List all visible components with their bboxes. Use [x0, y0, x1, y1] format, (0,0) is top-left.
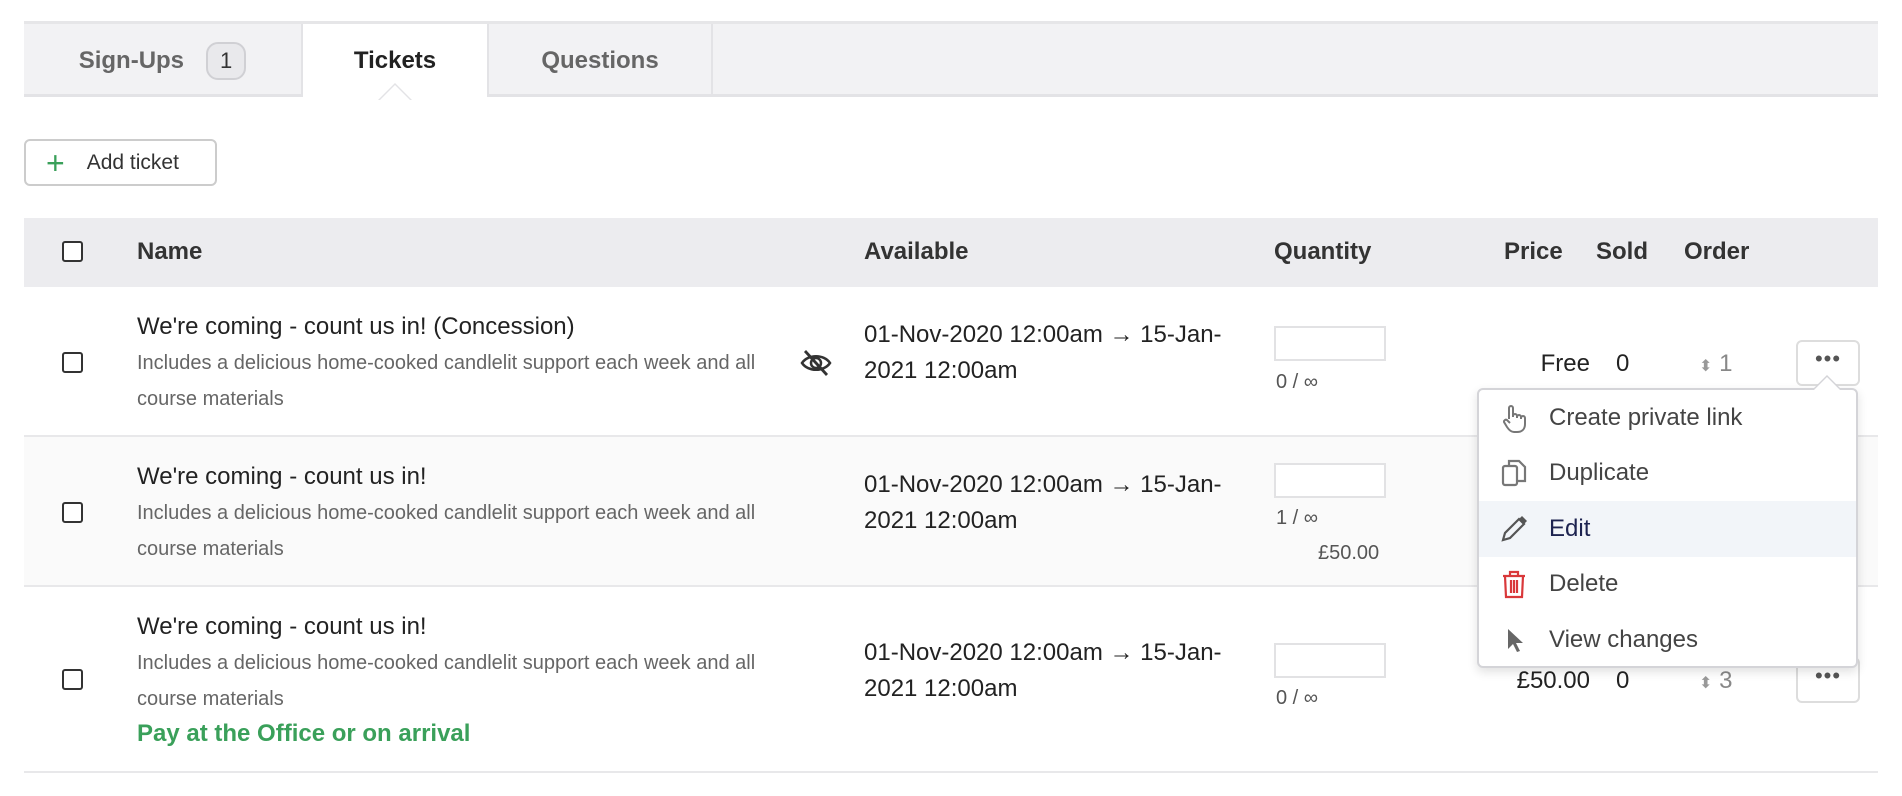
sort-arrows-icon[interactable]: ⬍: [1699, 675, 1712, 692]
table-header: Name Available Quantity Price Sold Order: [24, 218, 1878, 287]
menu-item-duplicate[interactable]: Duplicate: [1479, 446, 1856, 502]
cursor-arrow-icon: [1508, 628, 1523, 652]
ticket-description: Includes a delicious home-cooked candlel…: [137, 502, 756, 560]
quantity-sold-text: 0 / ∞: [1276, 687, 1319, 709]
eye-slash-icon: [800, 350, 832, 376]
menu-item-delete[interactable]: Delete: [1479, 557, 1856, 613]
ticket-sold: 0: [1616, 350, 1630, 377]
menu-caret: [1812, 375, 1842, 390]
header-sold: Sold: [1596, 238, 1648, 265]
menu-item-edit[interactable]: Edit: [1479, 501, 1856, 557]
ticket-price: Free: [1540, 350, 1590, 377]
ticket-description: Includes a delicious home-cooked candlel…: [137, 352, 756, 410]
order-control[interactable]: ⬍ 3: [1699, 667, 1732, 695]
tab-label: Questions: [541, 46, 659, 74]
order-value: 1: [1719, 350, 1733, 377]
tab-tickets[interactable]: Tickets: [303, 24, 489, 100]
tab-label: Sign-Ups: [78, 46, 185, 74]
tab-label: Tickets: [353, 46, 437, 74]
pointer-hand-icon: [1503, 404, 1526, 433]
ticket-sold: 0: [1616, 667, 1630, 694]
sort-arrows-icon[interactable]: ⬍: [1699, 358, 1712, 375]
menu-item-label: View changes: [1549, 625, 1698, 653]
ticket-name: We're coming - count us in!: [137, 463, 427, 490]
ticket-name: We're coming - count us in!: [137, 613, 427, 640]
sign-ups-count-badge: 1: [206, 41, 247, 80]
menu-item-label: Duplicate: [1549, 459, 1650, 487]
row-checkbox[interactable]: [62, 669, 83, 690]
ticket-name: We're coming - count us in! (Concession): [137, 313, 575, 340]
availability-range: 01-Nov-2020 12:00am → 15-Jan-2021 12:00a…: [864, 321, 1222, 384]
quantity-input[interactable]: [1274, 463, 1386, 498]
select-all-checkbox[interactable]: [62, 241, 83, 262]
payment-note: Pay at the Office or on arrival: [137, 720, 471, 747]
quantity-sold-text: 1 / ∞: [1276, 507, 1319, 529]
header-order: Order: [1684, 238, 1750, 265]
row-actions-menu: Create private link Duplicate Edit Delet…: [1477, 375, 1858, 668]
quantity-sold-text: 0 / ∞: [1276, 371, 1319, 393]
menu-item-label: Edit: [1549, 514, 1591, 542]
active-tab-indicator: [378, 83, 412, 100]
copy-icon: [1501, 460, 1527, 487]
tab-sign-ups[interactable]: Sign-Ups 1: [24, 24, 303, 97]
add-ticket-label: Add ticket: [86, 150, 179, 174]
quantity-input[interactable]: [1274, 326, 1386, 361]
header-price: Price: [1504, 238, 1563, 265]
quantity-input[interactable]: [1274, 643, 1386, 678]
ticket-description: Includes a delicious home-cooked candlel…: [137, 652, 756, 710]
menu-item-label: Create private link: [1549, 403, 1743, 431]
availability-range: 01-Nov-2020 12:00am → 15-Jan-2021 12:00a…: [864, 639, 1222, 702]
ticket-price: £50.00: [1516, 667, 1590, 694]
menu-item-label: Delete: [1549, 570, 1619, 598]
order-control[interactable]: ⬍ 1: [1699, 350, 1732, 378]
ticket-sub-price: £50.00: [1318, 542, 1380, 564]
tab-bar: Sign-Ups 1 Tickets Questions: [24, 21, 1878, 100]
menu-item-view-changes[interactable]: View changes: [1479, 612, 1856, 668]
row-checkbox[interactable]: [62, 502, 83, 523]
trash-icon: [1503, 571, 1525, 599]
header-quantity: Quantity: [1274, 238, 1372, 265]
header-available: Available: [864, 238, 969, 265]
order-value: 3: [1719, 667, 1733, 694]
availability-range: 01-Nov-2020 12:00am → 15-Jan-2021 12:00a…: [864, 471, 1222, 534]
pencil-icon: [1501, 515, 1527, 542]
row-checkbox[interactable]: [62, 352, 83, 373]
tab-questions[interactable]: Questions: [489, 24, 713, 97]
menu-item-create-private-link[interactable]: Create private link: [1479, 390, 1856, 446]
add-ticket-button[interactable]: + Add ticket: [24, 139, 217, 186]
plus-icon: +: [46, 144, 65, 181]
header-name: Name: [137, 238, 203, 265]
